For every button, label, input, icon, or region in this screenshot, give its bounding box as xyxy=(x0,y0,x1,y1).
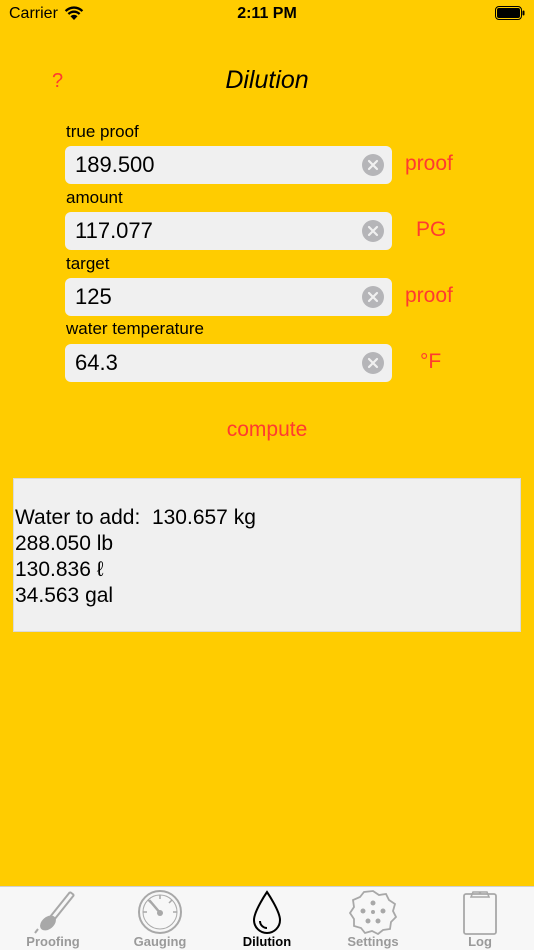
result-line: 130.836 ℓ xyxy=(15,558,104,581)
tab-label: Proofing xyxy=(26,934,80,949)
clock: 2:11 PM xyxy=(237,5,297,22)
true-proof-input[interactable] xyxy=(65,146,355,184)
amount-unit: PG xyxy=(416,218,447,241)
water-temperature-unit: °F xyxy=(420,350,442,373)
page-title: Dilution xyxy=(225,66,309,94)
tab-settings[interactable]: Settings xyxy=(320,887,426,950)
clear-icon[interactable] xyxy=(362,352,384,374)
clear-icon[interactable] xyxy=(362,154,384,176)
settings-icon xyxy=(348,890,398,935)
tab-dilution[interactable]: Dilution xyxy=(214,887,320,950)
target-unit: proof xyxy=(405,284,453,307)
tab-log[interactable]: Log xyxy=(427,887,533,950)
result-line: Water to add: 130.657 kg xyxy=(15,506,256,529)
tab-label: Dilution xyxy=(242,934,292,949)
battery-icon xyxy=(495,6,525,20)
true-proof-unit: proof xyxy=(405,152,453,175)
water-temperature-input[interactable] xyxy=(65,344,355,382)
target-label: target xyxy=(66,254,110,273)
amount-label: amount xyxy=(66,188,123,207)
target-field[interactable] xyxy=(65,278,392,316)
amount-input[interactable] xyxy=(65,212,355,250)
result-line: 34.563 gal xyxy=(15,584,114,607)
true-proof-label: true proof xyxy=(66,122,139,141)
tab-label: Settings xyxy=(347,934,399,949)
tab-proofing[interactable]: Proofing xyxy=(0,887,106,950)
tab-label: Log xyxy=(468,934,492,949)
tab-label: Gauging xyxy=(133,934,187,949)
drop-icon xyxy=(252,890,282,934)
hydrometer-icon xyxy=(34,891,75,934)
gauge-icon xyxy=(138,890,182,934)
amount-field[interactable] xyxy=(65,212,392,250)
tab-gauging[interactable]: Gauging xyxy=(107,887,213,950)
clipboard-icon xyxy=(463,891,497,935)
water-temperature-field[interactable] xyxy=(65,344,392,382)
result-line: 288.050 lb xyxy=(15,532,114,555)
compute-button[interactable]: compute xyxy=(0,418,534,442)
water-temperature-label: water temperature xyxy=(66,319,204,338)
true-proof-field[interactable] xyxy=(65,146,392,184)
result-panel: Water to add: 130.657 kg 288.050 lb 130.… xyxy=(13,478,521,632)
target-input[interactable] xyxy=(65,278,355,316)
clear-icon[interactable] xyxy=(362,220,384,242)
tab-bar: Proofing Gauging Dilution Settings Log xyxy=(0,886,534,950)
clear-icon[interactable] xyxy=(362,286,384,308)
status-bar: Carrier 2:11 PM xyxy=(0,0,534,30)
